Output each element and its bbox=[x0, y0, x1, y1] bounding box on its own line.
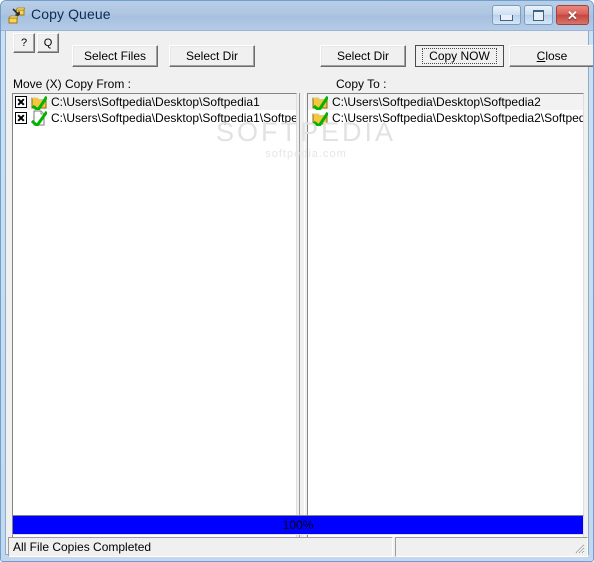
list-item[interactable]: C:\Users\Softpedia\Desktop\Softpedia2 bbox=[308, 94, 583, 110]
window-controls: ✕ bbox=[492, 5, 589, 25]
client-area: ? Q Select Files Select Dir Select Dir C… bbox=[5, 31, 593, 557]
status-secondary bbox=[395, 537, 588, 557]
help-button[interactable]: ? bbox=[13, 33, 35, 53]
maximize-button[interactable] bbox=[524, 5, 553, 25]
copy-now-label: Copy NOW bbox=[422, 48, 497, 64]
file-check-icon bbox=[30, 110, 49, 126]
source-row-checkbox[interactable] bbox=[15, 112, 27, 124]
copy-folder-icon bbox=[8, 7, 26, 25]
close-dialog-label: Close bbox=[536, 49, 568, 63]
dest-column-header: Copy To : bbox=[336, 77, 387, 91]
close-button[interactable]: ✕ bbox=[556, 5, 589, 25]
resize-grip-icon[interactable] bbox=[573, 542, 585, 554]
folder-check-icon bbox=[312, 94, 330, 110]
minimize-icon bbox=[500, 14, 513, 21]
progress-label: 100% bbox=[282, 518, 314, 532]
folder-check-icon bbox=[312, 110, 330, 126]
status-message: All File Copies Completed bbox=[8, 537, 393, 557]
queue-button-label: Q bbox=[43, 37, 53, 49]
list-item[interactable]: C:\Users\Softpedia\Desktop\Softpedia2\So… bbox=[308, 110, 583, 126]
queue-button[interactable]: Q bbox=[37, 33, 59, 53]
select-files-label: Select Files bbox=[83, 49, 147, 63]
source-row-checkbox[interactable] bbox=[15, 96, 27, 108]
list-item[interactable]: C:\Users\Softpedia\Desktop\Softpedia1 bbox=[13, 94, 296, 110]
minimize-button[interactable] bbox=[492, 5, 521, 25]
select-dir-source-button[interactable]: Select Dir bbox=[169, 45, 255, 67]
status-bar: All File Copies Completed bbox=[8, 537, 588, 557]
dest-row-path: C:\Users\Softpedia\Desktop\Softpedia2 bbox=[332, 95, 541, 109]
copy-progress-bar: 100% bbox=[12, 515, 584, 535]
close-icon: ✕ bbox=[567, 7, 578, 23]
dest-list[interactable]: C:\Users\Softpedia\Desktop\Softpedia2 C:… bbox=[307, 93, 584, 541]
select-dir-dest-button[interactable]: Select Dir bbox=[320, 45, 406, 67]
source-column-header: Move (X) Copy From : bbox=[13, 77, 132, 91]
panel-splitter[interactable] bbox=[299, 93, 305, 541]
maximize-icon bbox=[533, 9, 544, 21]
source-list[interactable]: C:\Users\Softpedia\Desktop\Softpedia1 C:… bbox=[12, 93, 297, 541]
select-files-button[interactable]: Select Files bbox=[72, 45, 158, 67]
folder-check-icon bbox=[31, 94, 49, 110]
list-item[interactable]: C:\Users\Softpedia\Desktop\Softpedia1\So… bbox=[13, 110, 296, 126]
window-title: Copy Queue bbox=[31, 6, 111, 22]
source-row-path: C:\Users\Softpedia\Desktop\Softpedia1 bbox=[51, 95, 260, 109]
select-dir-source-label: Select Dir bbox=[185, 49, 238, 63]
copy-now-button[interactable]: Copy NOW bbox=[415, 45, 504, 67]
source-row-path: C:\Users\Softpedia\Desktop\Softpedia1\So… bbox=[51, 111, 296, 125]
dest-row-path: C:\Users\Softpedia\Desktop\Softpedia2\So… bbox=[332, 111, 583, 125]
help-button-label: ? bbox=[20, 37, 28, 49]
copy-queue-window: Copy Queue ✕ ? Q Select Files Select Dir bbox=[0, 0, 594, 562]
title-bar[interactable]: Copy Queue ✕ bbox=[1, 1, 593, 31]
close-dialog-button[interactable]: Close bbox=[509, 45, 593, 67]
select-dir-dest-label: Select Dir bbox=[336, 49, 389, 63]
